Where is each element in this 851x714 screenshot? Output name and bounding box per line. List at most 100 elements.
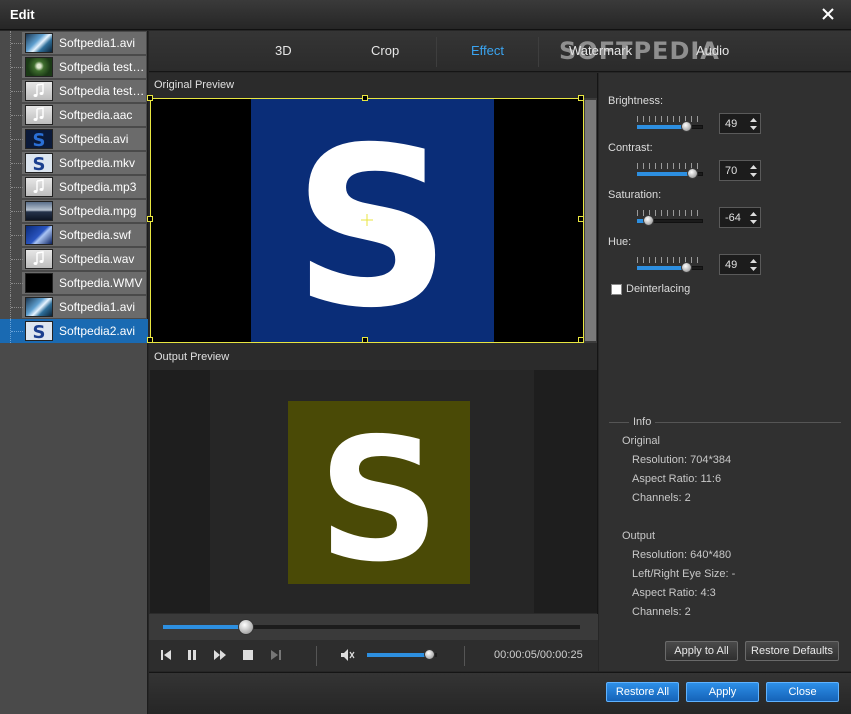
volume-icon[interactable] — [339, 646, 357, 664]
volume-level — [367, 653, 430, 657]
info-output-heading: Output — [622, 530, 656, 542]
file-list: Softpedia1.avi Softpedia test ... Softpedi… — [0, 31, 148, 714]
crop-handle[interactable] — [147, 337, 153, 343]
stop-icon[interactable] — [239, 646, 257, 664]
s-logo-icon: S — [33, 154, 46, 172]
tree-connector — [10, 319, 23, 343]
file-list-item[interactable]: S Softpedia.mkv — [0, 151, 148, 175]
player-controls: 00:00:05/00:00:25 — [149, 640, 598, 671]
saturation-label: Saturation: — [608, 189, 662, 201]
file-list-item[interactable]: Softpedia.mpg — [0, 199, 148, 223]
close-button[interactable]: Close — [766, 682, 839, 702]
file-name: Softpedia.avi — [59, 132, 129, 146]
file-list-item[interactable]: Softpedia test.... — [0, 79, 148, 103]
file-list-item[interactable]: S Softpedia.avi — [0, 127, 148, 151]
file-list-item[interactable]: Softpedia test ... — [0, 55, 148, 79]
seek-bar[interactable] — [149, 614, 598, 640]
seek-knob[interactable] — [238, 619, 254, 635]
file-thumbnail — [25, 33, 53, 53]
info-output-resolution: Resolution: 640*480 — [632, 549, 732, 561]
crop-handle[interactable] — [362, 337, 368, 343]
deinterlacing-label: Deinterlacing — [626, 283, 691, 295]
tab-watermark[interactable]: Watermark — [569, 43, 632, 58]
skip-back-icon[interactable] — [157, 646, 175, 664]
hue-slider[interactable] — [637, 257, 703, 273]
brightness-spinbox[interactable]: 49 — [719, 113, 761, 134]
tab-3d[interactable]: 3D — [275, 43, 292, 58]
file-thumbnail: S — [25, 129, 53, 149]
info-original-channels: Channels: 2 — [632, 492, 691, 504]
file-name: Softpedia1.avi — [59, 300, 136, 314]
crop-handle[interactable] — [147, 216, 153, 222]
original-preview-frame[interactable]: S — [147, 95, 584, 356]
file-list-item[interactable]: Softpedia.aac — [0, 103, 148, 127]
svg-text:S: S — [33, 130, 46, 148]
file-name: Softpedia.mpg — [59, 204, 137, 218]
pause-icon[interactable] — [183, 646, 201, 664]
file-name: Softpedia.WMV — [59, 276, 143, 290]
tab-bar: 3D Crop Effect Watermark Audio SOFTPEDIA — [149, 31, 851, 72]
file-list-item[interactable]: Softpedia1.avi — [0, 295, 148, 319]
close-icon[interactable] — [819, 5, 837, 23]
music-note-icon — [33, 251, 44, 265]
apply-button[interactable]: Apply — [686, 682, 759, 702]
file-list-item[interactable]: Softpedia.swf — [0, 223, 148, 247]
crop-handle[interactable] — [362, 95, 368, 101]
hue-value: 49 — [725, 259, 738, 271]
spin-arrows-icon[interactable] — [750, 163, 757, 179]
info-title: Info — [629, 416, 656, 428]
s-logo-icon: S — [33, 322, 46, 340]
spin-arrows-icon[interactable] — [750, 116, 757, 132]
original-preview-image: S — [251, 99, 494, 356]
contrast-slider[interactable] — [637, 163, 703, 179]
file-name: Softpedia.swf — [59, 228, 132, 242]
title-bar: Edit — [0, 0, 851, 30]
preview-scrollbar[interactable] — [584, 98, 597, 343]
info-original-aspect: Aspect Ratio: 11:6 — [632, 473, 722, 485]
contrast-spinbox[interactable]: 70 — [719, 160, 761, 181]
file-list-item[interactable]: Softpedia.wav — [0, 247, 148, 271]
spin-arrows-icon[interactable] — [750, 257, 757, 273]
file-name: Softpedia.mp3 — [59, 180, 137, 194]
file-list-item[interactable]: S Softpedia2.avi — [0, 319, 148, 343]
crop-handle[interactable] — [147, 95, 153, 101]
file-name: Softpedia2.avi — [59, 324, 136, 338]
info-output-aspect: Aspect Ratio: 4:3 — [632, 587, 716, 599]
brightness-slider[interactable] — [637, 116, 703, 132]
tab-separator — [538, 37, 539, 67]
file-thumbnail — [25, 225, 53, 245]
info-original-resolution: Resolution: 704*384 — [632, 454, 732, 466]
file-thumbnail — [25, 201, 53, 221]
file-list-item[interactable]: Softpedia.WMV — [0, 271, 148, 295]
music-note-icon — [33, 179, 44, 193]
fast-forward-icon[interactable] — [211, 646, 229, 664]
hue-spinbox[interactable]: 49 — [719, 254, 761, 275]
saturation-spinbox[interactable]: -64 — [719, 207, 761, 228]
file-name: Softpedia.mkv — [59, 156, 136, 170]
contrast-value: 70 — [725, 165, 738, 177]
restore-defaults-button[interactable]: Restore Defaults — [745, 641, 839, 661]
output-preview-image: S — [288, 401, 470, 584]
tab-effect[interactable]: Effect — [471, 43, 504, 58]
file-list-item[interactable]: Softpedia.mp3 — [0, 175, 148, 199]
skip-forward-icon[interactable] — [267, 646, 285, 664]
svg-text:S: S — [33, 154, 46, 172]
saturation-value: -64 — [725, 212, 741, 224]
volume-knob[interactable] — [424, 649, 435, 660]
hue-label: Hue: — [608, 236, 632, 248]
music-note-icon — [33, 83, 44, 97]
deinterlacing-checkbox[interactable] — [611, 284, 622, 295]
file-list-item[interactable]: Softpedia1.avi — [0, 31, 148, 55]
apply-to-all-button[interactable]: Apply to All — [665, 641, 738, 661]
saturation-slider[interactable] — [637, 210, 703, 226]
spin-arrows-icon[interactable] — [750, 210, 757, 226]
seek-progress — [163, 625, 246, 629]
tree-connector — [10, 55, 23, 79]
restore-all-button[interactable]: Restore All — [606, 682, 679, 702]
tree-connector — [10, 295, 23, 319]
tab-crop[interactable]: Crop — [371, 43, 399, 58]
tab-audio[interactable]: Audio — [696, 43, 729, 58]
scrollbar-thumb[interactable] — [585, 100, 596, 341]
file-thumbnail — [25, 81, 53, 101]
output-letter: S — [318, 402, 440, 584]
